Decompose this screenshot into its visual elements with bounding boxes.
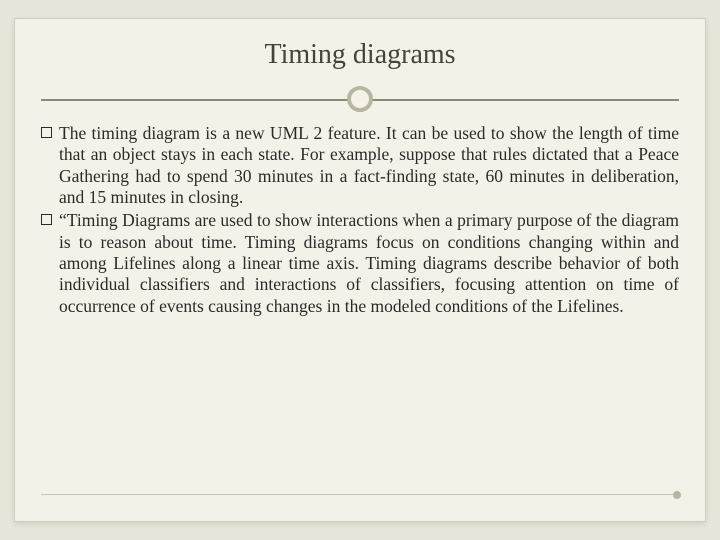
- slide-container: Timing diagrams The timing diagram is a …: [14, 18, 706, 522]
- bullet-icon: [41, 127, 52, 138]
- slide-body: The timing diagram is a new UML 2 featur…: [41, 123, 679, 317]
- paragraph-text: The timing diagram is a new UML 2 featur…: [59, 123, 679, 207]
- paragraph: “Timing Diagrams are used to show intera…: [41, 210, 679, 317]
- footer-divider: [41, 494, 679, 495]
- paragraph-text: “Timing Diagrams are used to show intera…: [59, 210, 679, 315]
- bullet-icon: [41, 214, 52, 225]
- divider-circle-icon: [347, 86, 373, 112]
- footer-dot-icon: [673, 491, 681, 499]
- slide-title: Timing diagrams: [41, 39, 679, 71]
- title-divider: [41, 85, 679, 113]
- paragraph: The timing diagram is a new UML 2 featur…: [41, 123, 679, 208]
